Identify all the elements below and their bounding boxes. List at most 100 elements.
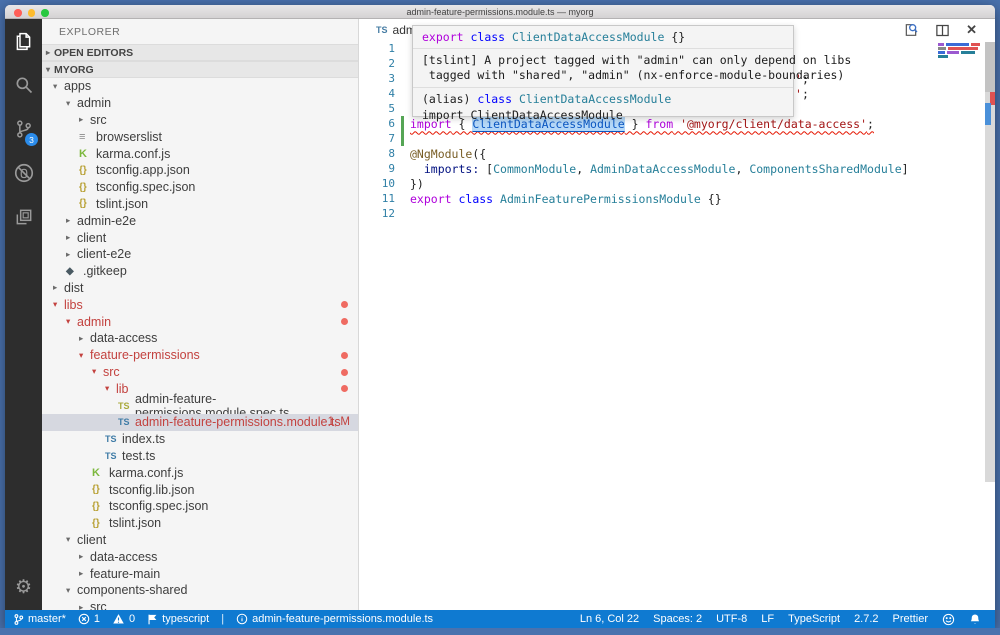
tree-folder-apps[interactable]: ▾apps xyxy=(42,78,358,95)
tree-item-label: karma.conf.js xyxy=(96,147,170,161)
code-token: , xyxy=(576,162,590,176)
tree-file-admin-feature-permissions.module.spec.ts[interactable]: TSadmin-feature-permissions.module.spec.… xyxy=(42,397,358,414)
tree-folder-data-access[interactable]: ▸data-access xyxy=(42,548,358,565)
code-line-9[interactable]: 9 imports: [CommonModule, AdminDataAcces… xyxy=(359,161,995,176)
tree-folder-client[interactable]: ▾client xyxy=(42,532,358,549)
tree-folder-admin[interactable]: ▾admin xyxy=(42,95,358,112)
code-line-7[interactable]: 7 xyxy=(359,131,995,146)
git-status-badge: 1, M xyxy=(328,416,350,428)
git-added-gutter-bar xyxy=(401,131,404,146)
settings-gear-icon[interactable]: ⚙ xyxy=(5,572,42,602)
status-branch-item[interactable]: master* xyxy=(13,613,66,626)
extensions-icon[interactable] xyxy=(5,195,42,239)
hover-tooltip: export class ClientDataAccessModule {} [… xyxy=(412,25,794,117)
git-file-icon: ◆ xyxy=(66,266,83,277)
tree-folder-src[interactable]: ▸src xyxy=(42,599,358,610)
split-editor-icon[interactable] xyxy=(935,23,950,38)
status-label: admin-feature-permissions.module.ts xyxy=(252,613,433,625)
tree-file-tslint.json[interactable]: {}tslint.json xyxy=(42,196,358,213)
chevron-right-icon: ▸ xyxy=(79,333,90,344)
tree-file-index.ts[interactable]: TSindex.ts xyxy=(42,431,358,448)
maximize-window-button[interactable] xyxy=(41,9,49,17)
tree-folder-client-e2e[interactable]: ▸client-e2e xyxy=(42,246,358,263)
status-flag-item[interactable]: typescript xyxy=(147,613,209,626)
tree-file-tsconfig.spec.json[interactable]: {}tsconfig.spec.json xyxy=(42,498,358,515)
line-number: 4 xyxy=(359,87,395,100)
window-controls xyxy=(14,9,49,17)
status-info-item[interactable]: admin-feature-permissions.module.ts xyxy=(236,613,433,625)
overview-ruler[interactable] xyxy=(985,42,995,482)
minimap[interactable] xyxy=(938,43,980,59)
tree-folder-components-shared[interactable]: ▾components-shared xyxy=(42,582,358,599)
preview-icon[interactable] xyxy=(903,22,919,38)
gutter-spacer xyxy=(401,146,404,161)
status-typescript[interactable]: TypeScript xyxy=(788,613,840,625)
status-spaces-2[interactable]: Spaces: 2 xyxy=(653,613,702,625)
tree-item-label: tslint.json xyxy=(109,516,161,530)
debug-icon[interactable] xyxy=(5,151,42,195)
scrollbar-thumb[interactable] xyxy=(985,42,995,92)
chevron-down-icon: ▾ xyxy=(66,316,77,327)
tree-file-tsconfig.lib.json[interactable]: {}tsconfig.lib.json xyxy=(42,481,358,498)
source-control-icon[interactable]: 3 xyxy=(5,107,42,151)
status-2-7-2[interactable]: 2.7.2 xyxy=(854,613,878,625)
close-window-button[interactable] xyxy=(14,9,22,17)
tree-folder-admin[interactable]: ▾admin xyxy=(42,313,358,330)
tree-folder-dist[interactable]: ▸dist xyxy=(42,280,358,297)
code-line-11[interactable]: 11export class AdminFeaturePermissionsMo… xyxy=(359,191,995,206)
explorer-icon[interactable] xyxy=(5,19,42,63)
status-utf-8[interactable]: UTF-8 xyxy=(716,613,747,625)
tooltip-alias-info: (alias) class ClientDataAccessModuleimpo… xyxy=(413,88,793,123)
code-line-8[interactable]: 8@NgModule({ xyxy=(359,146,995,161)
tree-item-label: data-access xyxy=(90,331,157,345)
tree-file-tsconfig.app.json[interactable]: {}tsconfig.app.json xyxy=(42,162,358,179)
status-prettier[interactable]: Prettier xyxy=(893,613,928,625)
gutter-spacer xyxy=(401,161,404,176)
json-file-icon: {} xyxy=(79,182,96,193)
chevron-right-icon: ▸ xyxy=(66,215,77,226)
minimize-window-button[interactable] xyxy=(28,9,36,17)
status-error-item[interactable]: 1 xyxy=(78,613,100,625)
code-token: {} xyxy=(664,30,685,44)
tree-folder-src[interactable]: ▸src xyxy=(42,112,358,129)
ts-file-icon: TS xyxy=(105,451,122,461)
active-editor-tab[interactable]: TS adm xyxy=(376,23,416,37)
status-warning-item[interactable]: 0 xyxy=(112,613,135,625)
tree-file-admin-feature-permissions.module.ts[interactable]: TSadmin-feature-permissions.module.ts1, … xyxy=(42,414,358,431)
tree-folder-src[interactable]: ▾src xyxy=(42,364,358,381)
tree-folder-feature-permissions[interactable]: ▾feature-permissions xyxy=(42,347,358,364)
line-number: 9 xyxy=(359,162,395,175)
smiley-icon[interactable] xyxy=(942,613,955,626)
tree-file-tslint.json[interactable]: {}tslint.json xyxy=(42,515,358,532)
line-number: 8 xyxy=(359,147,395,160)
bell-icon[interactable] xyxy=(969,613,981,626)
close-editor-icon[interactable]: ✕ xyxy=(966,22,977,38)
code-line-10[interactable]: 10}) xyxy=(359,176,995,191)
tree-folder-libs[interactable]: ▾libs xyxy=(42,296,358,313)
open-editors-section[interactable]: ▸ OPEN EDITORS xyxy=(42,44,358,61)
tree-file-.gitkeep[interactable]: ◆.gitkeep xyxy=(42,263,358,280)
tree-folder-feature-main[interactable]: ▸feature-main xyxy=(42,565,358,582)
status-ln-6-col-22[interactable]: Ln 6, Col 22 xyxy=(580,613,639,625)
tree-folder-client[interactable]: ▸client xyxy=(42,229,358,246)
tree-file-karma.conf.js[interactable]: Kkarma.conf.js xyxy=(42,464,358,481)
line-number: 6 xyxy=(359,117,395,130)
code-area[interactable]: 123';4';56import { ClientDataAccessModul… xyxy=(359,41,995,610)
tree-file-karma.conf.js[interactable]: Kkarma.conf.js xyxy=(42,145,358,162)
tree-file-tsconfig.spec.json[interactable]: {}tsconfig.spec.json xyxy=(42,179,358,196)
search-icon[interactable] xyxy=(5,63,42,107)
tree-file-browserslist[interactable]: ≡browserslist xyxy=(42,128,358,145)
myorg-section[interactable]: ▾ MYORG xyxy=(42,61,358,78)
tree-folder-data-access[interactable]: ▸data-access xyxy=(42,330,358,347)
status-left: master*10typescript|admin-feature-permis… xyxy=(5,610,433,628)
status-lf[interactable]: LF xyxy=(761,613,774,625)
tree-item-label: src xyxy=(90,600,107,610)
code-token: ClientDataAccessModule xyxy=(519,92,671,106)
code-line-12[interactable]: 12 xyxy=(359,206,995,221)
chevron-right-icon: ▸ xyxy=(66,232,77,243)
tree-folder-admin-e2e[interactable]: ▸admin-e2e xyxy=(42,212,358,229)
tree-file-test.ts[interactable]: TStest.ts xyxy=(42,448,358,465)
karma-file-icon: K xyxy=(92,467,109,479)
ts-file-icon: TS xyxy=(118,417,135,427)
gutter-spacer xyxy=(401,41,404,56)
